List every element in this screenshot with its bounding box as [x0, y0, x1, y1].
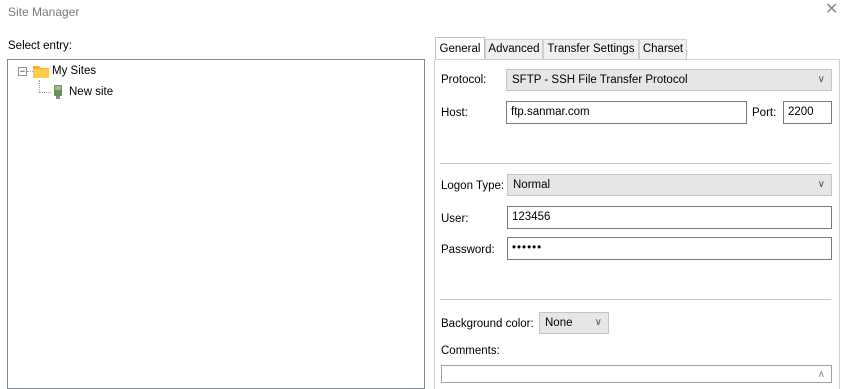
user-input[interactable]: 123456	[507, 206, 832, 229]
tab-advanced[interactable]: Advanced	[485, 39, 543, 59]
collapse-icon[interactable]: −	[18, 67, 27, 76]
separator	[440, 299, 831, 300]
logon-type-value: Normal	[513, 179, 551, 191]
protocol-select[interactable]: SFTP - SSH File Transfer Protocol ∨	[506, 69, 832, 91]
scroll-up-icon[interactable]: ∧	[818, 369, 825, 380]
site-tree[interactable]	[7, 59, 425, 389]
comments-label: Comments:	[441, 345, 500, 357]
logon-type-select[interactable]: Normal ∨	[507, 174, 832, 196]
logon-type-label: Logon Type:	[441, 180, 505, 192]
chevron-down-icon: ∨	[817, 179, 825, 190]
host-input[interactable]: ftp.sanmar.com	[506, 101, 747, 124]
password-label: Password:	[441, 244, 495, 256]
protocol-label: Protocol:	[441, 74, 487, 86]
port-input[interactable]: 2200	[783, 101, 832, 124]
site-icon	[54, 85, 62, 99]
password-input[interactable]: ••••••	[507, 237, 832, 260]
separator	[440, 163, 831, 164]
window-title: Site Manager	[8, 5, 80, 19]
tree-item-new-site[interactable]: New site	[69, 86, 113, 98]
protocol-value: SFTP - SSH File Transfer Protocol	[512, 74, 688, 86]
background-color-select[interactable]: None ∨	[539, 312, 609, 334]
tab-transfer-settings[interactable]: Transfer Settings	[543, 39, 639, 59]
port-label: Port:	[752, 107, 777, 119]
close-icon[interactable]: ✕	[825, 2, 838, 18]
select-entry-label: Select entry:	[8, 40, 72, 52]
host-label: Host:	[441, 107, 468, 119]
folder-icon	[33, 66, 49, 78]
tree-connector	[39, 80, 40, 92]
user-label: User:	[441, 213, 469, 225]
tab-general[interactable]: General	[435, 37, 485, 59]
tree-connector	[39, 92, 51, 93]
chevron-down-icon: ∨	[817, 74, 825, 85]
tab-charset[interactable]: Charset	[639, 39, 687, 59]
background-color-label: Background color:	[441, 318, 534, 330]
tree-item-my-sites[interactable]: My Sites	[52, 65, 96, 77]
chevron-down-icon: ∨	[594, 317, 602, 328]
comments-textarea[interactable]: ∧	[441, 365, 832, 383]
background-color-value: None	[545, 317, 573, 329]
